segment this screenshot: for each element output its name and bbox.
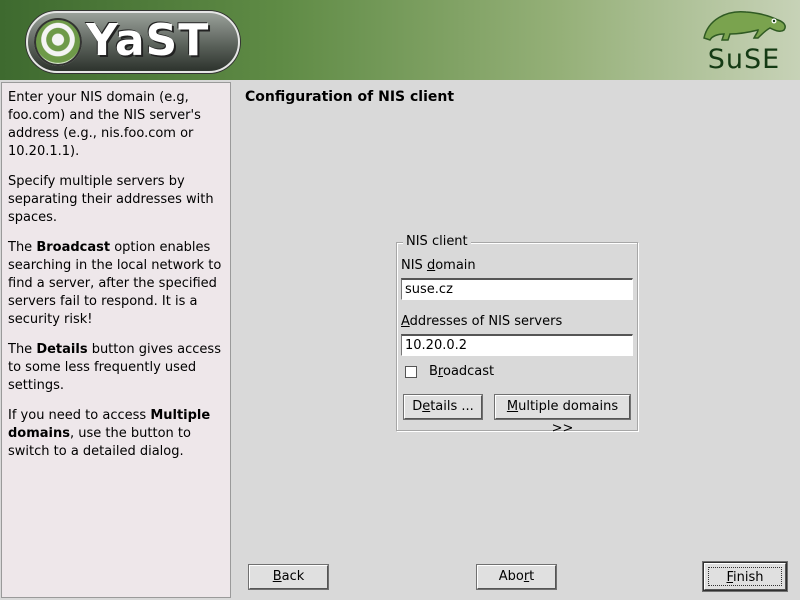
abort-button[interactable]: Abort — [477, 565, 556, 589]
suse-logo-text: SuSE — [707, 44, 781, 75]
help-panel: Enter your NIS domain (e.g, foo.com) and… — [1, 82, 231, 598]
help-paragraph: Enter your NIS domain (e.g, foo.com) and… — [8, 90, 201, 159]
yast-logo: YaST — [26, 11, 240, 73]
suse-logo: SuSE — [694, 4, 794, 76]
help-paragraph: If you need to access Multiple domains, … — [8, 408, 211, 459]
yast-logo-text: YaST — [86, 15, 210, 66]
details-button[interactable]: Details ... — [404, 395, 482, 419]
yast-logo-icon — [34, 18, 82, 66]
multiple-domains-button[interactable]: Multiple domains >> — [495, 395, 630, 436]
finish-button[interactable]: Finish — [704, 563, 786, 590]
nis-domain-input[interactable]: suse.cz — [401, 278, 633, 300]
broadcast-label[interactable]: Broadcast — [429, 364, 494, 379]
broadcast-checkbox[interactable] — [405, 366, 417, 378]
back-button[interactable]: Back — [249, 565, 328, 589]
focus-indicator — [708, 567, 782, 586]
nis-domain-label: NIS domain — [401, 258, 476, 273]
dialog-title: Configuration of NIS client — [245, 89, 455, 105]
nis-servers-input[interactable]: 10.20.0.2 — [401, 334, 633, 356]
help-paragraph: The Broadcast option enables searching i… — [8, 240, 222, 327]
help-paragraph: The Details button gives access to some … — [8, 342, 221, 393]
help-paragraph: Specify multiple servers by separating t… — [8, 174, 214, 225]
header-banner: YaST SuSE — [0, 0, 800, 80]
nis-client-group-label: NIS client — [403, 234, 471, 249]
nis-servers-label: Addresses of NIS servers — [401, 314, 563, 329]
gecko-icon — [703, 11, 786, 41]
